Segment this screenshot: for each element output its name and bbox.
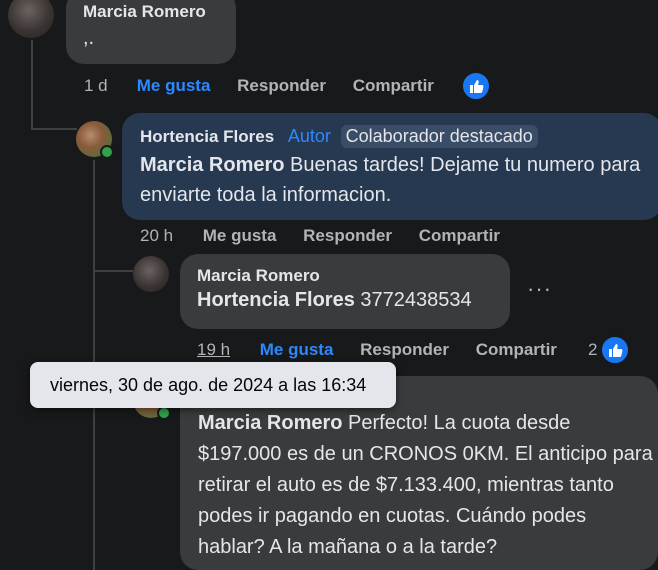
comment-time[interactable]: 1 d bbox=[84, 76, 132, 96]
reply-button[interactable]: Responder bbox=[303, 226, 392, 246]
author-comment-bubble: Hortencia Flores Autor Colaborador desta… bbox=[122, 113, 658, 220]
share-button[interactable]: Compartir bbox=[476, 340, 557, 360]
avatar[interactable] bbox=[8, 0, 54, 38]
timestamp-tooltip: viernes, 30 de ago. de 2024 a las 16:34 bbox=[30, 362, 396, 408]
more-dots-icon[interactable]: ··· bbox=[527, 276, 552, 302]
comment-bubble: Marcia Romero Hortencia Flores 377243853… bbox=[180, 254, 510, 329]
reaction-count[interactable]: 2 bbox=[588, 340, 597, 360]
comment-author[interactable]: Hortencia Flores bbox=[140, 127, 274, 146]
top-fan-badge: Colaborador destacado bbox=[340, 125, 538, 148]
comment-bubble: Marcia Romero ,. bbox=[66, 0, 236, 64]
comment-time[interactable]: 19 h bbox=[197, 340, 255, 360]
share-button[interactable]: Compartir bbox=[353, 76, 434, 96]
author-badge: Autor bbox=[287, 126, 331, 146]
like-button[interactable]: Me gusta bbox=[203, 226, 277, 246]
reply-button[interactable]: Responder bbox=[360, 340, 449, 360]
online-status-dot bbox=[157, 406, 171, 420]
comment-time[interactable]: 20 h bbox=[140, 226, 198, 246]
comment-author[interactable]: Marcia Romero bbox=[83, 2, 236, 22]
reply-button[interactable]: Responder bbox=[237, 76, 326, 96]
share-button[interactable]: Compartir bbox=[419, 226, 500, 246]
avatar[interactable] bbox=[133, 256, 169, 292]
comment-text: Marcia Romero Buenas tardes! Dejame tu n… bbox=[140, 150, 658, 210]
thread-line bbox=[31, 128, 77, 130]
comment-text: ,. bbox=[83, 27, 95, 49]
comment-text: Hortencia Flores 3772438534 bbox=[197, 286, 510, 314]
comment-body: 3772438534 bbox=[354, 289, 472, 311]
comment-actions: 20 h Me gusta Responder Compartir bbox=[140, 226, 500, 246]
comment-text: Marcia Romero Perfecto! La cuota desde $… bbox=[198, 408, 653, 563]
thread-line bbox=[93, 270, 133, 272]
mention-link[interactable]: Hortencia Flores bbox=[197, 289, 355, 311]
online-status-dot bbox=[100, 145, 114, 159]
like-button[interactable]: Me gusta bbox=[137, 76, 211, 96]
mention-link[interactable]: Marcia Romero bbox=[198, 412, 343, 434]
like-reaction-icon[interactable] bbox=[600, 335, 630, 365]
comment-actions: 19 h Me gusta Responder Compartir bbox=[197, 340, 557, 360]
comment-actions: 1 d Me gusta Responder Compartir bbox=[84, 76, 434, 96]
thread-line bbox=[31, 40, 33, 130]
like-reaction-icon[interactable] bbox=[461, 71, 491, 101]
mention-link[interactable]: Marcia Romero bbox=[140, 154, 285, 176]
comment-header: Hortencia Flores Autor Colaborador desta… bbox=[140, 125, 658, 148]
like-button[interactable]: Me gusta bbox=[260, 340, 334, 360]
comment-author[interactable]: Marcia Romero bbox=[197, 266, 510, 286]
